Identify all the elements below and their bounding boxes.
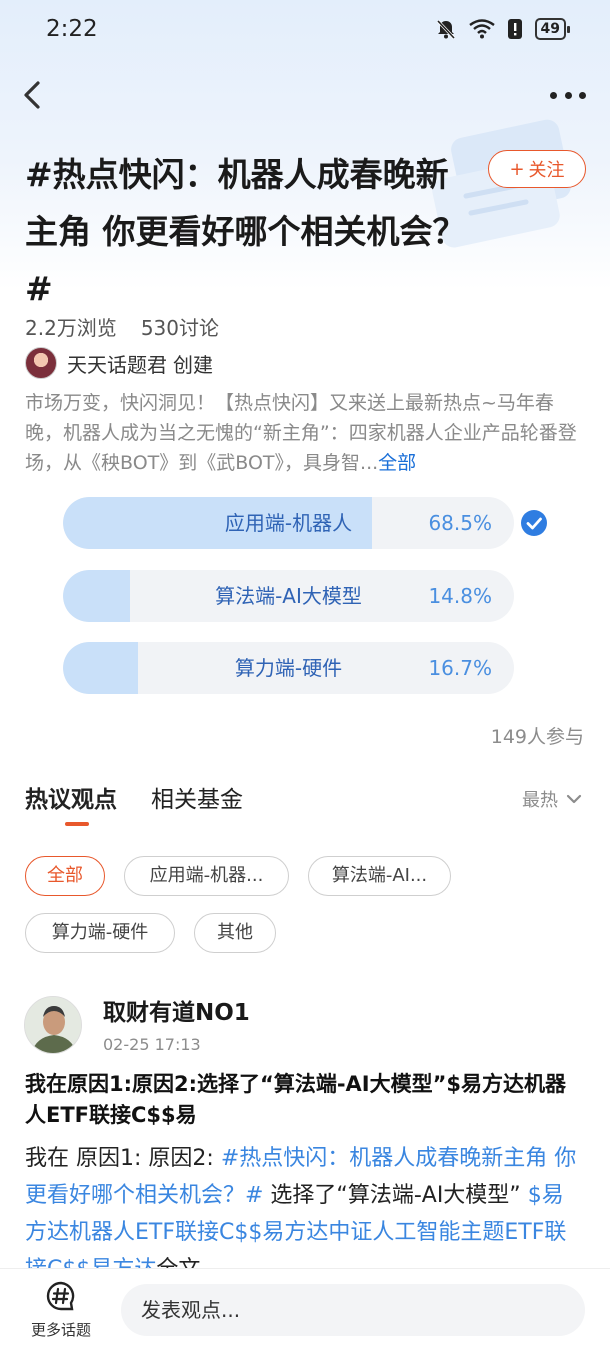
author-portrait [25, 997, 81, 1053]
filter-chip-algorithm[interactable]: 算法端-AI... [308, 856, 451, 896]
poll-option-percent: 16.7% [428, 656, 492, 680]
topic-creator[interactable]: 天天话题君 创建 [25, 347, 213, 379]
back-arrow-icon [24, 81, 40, 109]
poll-option-percent: 14.8% [428, 584, 492, 608]
view-count: 2.2万浏览 [25, 316, 117, 340]
filter-chip-application[interactable]: 应用端-机器... [124, 856, 289, 896]
sort-label: 最热 [522, 790, 558, 811]
poll-option-percent: 68.5% [428, 511, 492, 535]
poll-option-hardware[interactable]: 算力端-硬件 16.7% [63, 642, 514, 694]
topic-description: 市场万变，快闪洞见！【热点快闪】又来送上最新热点~马年春晚，机器人成为当之无愧的… [25, 388, 585, 478]
bottom-bar: 更多话题 发表观点... [0, 1268, 610, 1350]
filter-chip-all[interactable]: 全部 [25, 856, 105, 896]
topic-stats: 2.2万浏览 530讨论 [25, 312, 219, 341]
creator-avatar [25, 347, 57, 379]
back-button[interactable] [18, 78, 48, 112]
more-topics-label: 更多话题 [30, 1321, 91, 1339]
follow-label: 关注 [528, 160, 565, 181]
alert-icon [507, 19, 522, 39]
tab-related-funds[interactable]: 相关基金 [151, 780, 243, 814]
hash-bubble-icon [46, 1281, 75, 1311]
post-body-text-mid: 选择了“算法端-AI大模型” [263, 1183, 528, 1208]
follow-button[interactable]: + 关注 [488, 150, 586, 188]
post-body[interactable]: 我在 原因1: 原因2: #热点快闪：机器人成春晚新主角 你更看好哪个相关机会？… [25, 1140, 585, 1270]
post-author-avatar[interactable] [24, 996, 82, 1054]
mute-bell-icon [436, 19, 455, 40]
creator-suffix: 创建 [173, 352, 213, 377]
post-author-name[interactable]: 取财有道NO1 [103, 993, 250, 1027]
comment-input[interactable]: 发表观点... [121, 1284, 585, 1336]
status-time: 2:22 [46, 16, 98, 42]
content-tabs: 热议观点 相关基金 [25, 780, 243, 826]
status-bar: 2:22 49 [0, 0, 610, 60]
tab-hot-opinions[interactable]: 热议观点 [25, 780, 117, 826]
poll-option-application[interactable]: 应用端-机器人 68.5% [63, 497, 514, 549]
expand-description-link[interactable]: 全部 [378, 452, 416, 474]
filter-chip-hardware[interactable]: 算力端-硬件 [25, 913, 175, 953]
poll-option-algorithm[interactable]: 算法端-AI大模型 14.8% [63, 570, 514, 622]
more-options-button[interactable] [550, 82, 586, 108]
creator-name: 天天话题君 [67, 352, 167, 377]
wifi-icon [468, 19, 495, 39]
sort-dropdown[interactable]: 最热 [522, 786, 582, 812]
topic-title: #热点快闪：机器人成春晚新主角 你更看好哪个相关机会？# [25, 155, 466, 308]
more-topics-button[interactable]: 更多话题 [20, 1281, 102, 1340]
post-timestamp: 02-25 17:13 [103, 1035, 201, 1054]
chevron-down-icon [566, 794, 582, 804]
check-circle-icon [521, 510, 547, 536]
status-icons: 49 [435, 18, 571, 40]
description-text: 市场万变，快闪洞见！【热点快闪】又来送上最新热点~马年春晚，机器人成为当之无愧的… [25, 392, 577, 474]
more-dots-icon [550, 91, 586, 99]
filter-chip-other[interactable]: 其他 [194, 913, 276, 953]
participant-count: 149人参与 [490, 726, 584, 748]
battery-indicator: 49 [534, 18, 571, 40]
plus-icon: + [509, 158, 525, 180]
discussion-count: 530讨论 [140, 316, 219, 340]
post-body-text: 我在 原因1: 原因2: [25, 1146, 221, 1171]
post-title[interactable]: 我在原因1:原因2:选择了“算法端-AI大模型”$易方达机器人ETF联接C$$易 [25, 1069, 585, 1131]
